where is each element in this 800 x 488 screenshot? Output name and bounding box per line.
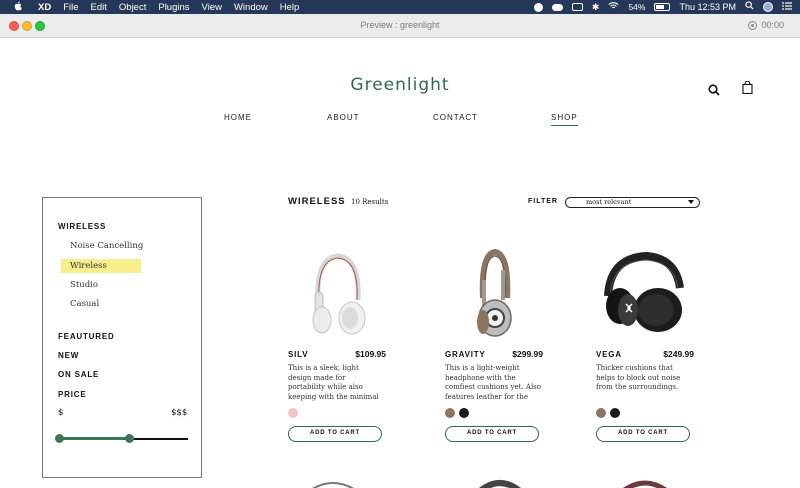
product-price: $109.95: [355, 349, 386, 359]
spotlight-search-icon[interactable]: [745, 1, 754, 13]
add-to-cart-button[interactable]: ADD TO CART: [596, 426, 690, 442]
system-menubar: XD File Edit Object Plugins View Window …: [0, 0, 800, 14]
nav-contact[interactable]: CONTACT: [433, 113, 478, 122]
product-image-vega[interactable]: [596, 240, 696, 340]
results-count: 10 Results: [351, 198, 389, 206]
chevron-down-icon: [688, 200, 694, 204]
apple-menu-icon[interactable]: [12, 1, 24, 14]
product-card-vega: VEGA $249.99 Thicker cushions that helps…: [596, 240, 706, 445]
record-timer: 00:00: [761, 20, 784, 30]
product-description: This is a light-weight headphone with th…: [445, 364, 541, 401]
add-to-cart-button[interactable]: ADD TO CART: [288, 426, 382, 442]
sidebar-item-casual[interactable]: Casual: [70, 299, 99, 309]
menu-view[interactable]: View: [202, 2, 222, 13]
product-image-silv[interactable]: [288, 240, 388, 340]
product-image-row2-1[interactable]: [303, 476, 363, 488]
status-app-icon[interactable]: [533, 2, 543, 12]
color-swatch-brown[interactable]: [445, 408, 455, 418]
cloud-icon[interactable]: [551, 3, 563, 11]
product-price: $299.99: [512, 349, 543, 359]
nav-about[interactable]: ABOUT: [327, 113, 360, 122]
menu-object[interactable]: Object: [119, 2, 146, 13]
sidebar-item-on-sale[interactable]: ON SALE: [58, 370, 99, 379]
record-icon[interactable]: [748, 20, 758, 30]
nav-shop[interactable]: SHOP: [551, 113, 578, 126]
category-sidebar: WIRELESS Noise Cancelling Wireless Studi…: [42, 197, 202, 478]
shopping-bag-icon[interactable]: [742, 80, 753, 95]
results-title: WIRELESS: [288, 196, 346, 207]
battery-percent: 54%: [628, 2, 646, 12]
product-card-gravity: GRAVITY $299.99 This is a light-weight h…: [445, 240, 555, 445]
product-price: $249.99: [663, 349, 694, 359]
menu-help[interactable]: Help: [280, 2, 300, 13]
color-swatches: [445, 408, 469, 418]
color-swatches: [596, 408, 620, 418]
notification-center-icon[interactable]: [782, 1, 792, 13]
menu-edit[interactable]: Edit: [91, 2, 107, 13]
product-image-row2-2[interactable]: [470, 476, 530, 488]
price-min-label: $: [58, 408, 64, 418]
battery-icon[interactable]: [654, 3, 671, 11]
color-swatch-pink[interactable]: [288, 408, 298, 418]
menu-plugins[interactable]: Plugins: [158, 2, 189, 13]
product-description: Thicker cushions that helps to block out…: [596, 364, 681, 391]
sidebar-item-new[interactable]: NEW: [58, 351, 79, 360]
menubar-clock[interactable]: Thu 12:53 PM: [679, 2, 736, 12]
product-name[interactable]: SILV: [288, 350, 308, 359]
product-name[interactable]: GRAVITY: [445, 350, 486, 359]
nav-home[interactable]: HOME: [224, 113, 252, 122]
window-title: Preview : greenlight: [360, 20, 440, 30]
window-titlebar: Preview : greenlight 00:00: [0, 14, 800, 38]
product-image-gravity[interactable]: [445, 240, 545, 340]
airplay-icon[interactable]: [571, 3, 583, 11]
price-slider-max-handle[interactable]: [125, 434, 134, 443]
color-swatch-black[interactable]: [610, 408, 620, 418]
sidebar-item-featured[interactable]: FEAUTURED: [58, 332, 115, 341]
filter-dropdown[interactable]: most relevant: [565, 197, 700, 208]
sidebar-item-noise-cancelling[interactable]: Noise Cancelling: [70, 241, 143, 251]
sidebar-item-wireless[interactable]: Wireless: [61, 259, 141, 273]
product-image-row2-3[interactable]: [615, 476, 675, 488]
main-nav: HOME ABOUT CONTACT SHOP: [0, 113, 800, 127]
color-swatch-black[interactable]: [459, 408, 469, 418]
price-max-label: $$$: [171, 408, 188, 418]
filter-selected-value: most relevant: [586, 198, 632, 206]
user-avatar-icon[interactable]: [763, 2, 773, 12]
product-card-silv: SILV $109.95 This is a sleek, light desi…: [288, 240, 398, 445]
menu-window[interactable]: Window: [234, 2, 268, 13]
color-swatches: [288, 408, 298, 418]
color-swatch-brown[interactable]: [596, 408, 606, 418]
add-to-cart-button[interactable]: ADD TO CART: [445, 426, 539, 442]
price-slider-min-handle[interactable]: [55, 434, 64, 443]
price-slider-range: [60, 437, 130, 440]
record-control[interactable]: 00:00: [748, 20, 784, 30]
wifi-icon[interactable]: [608, 1, 619, 13]
product-name[interactable]: VEGA: [596, 350, 622, 359]
filter-label: FILTER: [528, 198, 558, 205]
menu-file[interactable]: File: [63, 2, 78, 13]
sidebar-price-heading: PRICE: [58, 390, 87, 399]
menu-app-name[interactable]: XD: [38, 2, 51, 13]
sidebar-category-heading[interactable]: WIRELESS: [58, 222, 106, 231]
search-icon[interactable]: [708, 83, 720, 96]
sidebar-item-studio[interactable]: Studio: [70, 280, 98, 290]
site-logo[interactable]: Greenlight: [0, 75, 800, 95]
product-description: This is a sleek, light design made for p…: [288, 364, 379, 401]
bluetooth-icon[interactable]: ✱: [592, 2, 600, 13]
